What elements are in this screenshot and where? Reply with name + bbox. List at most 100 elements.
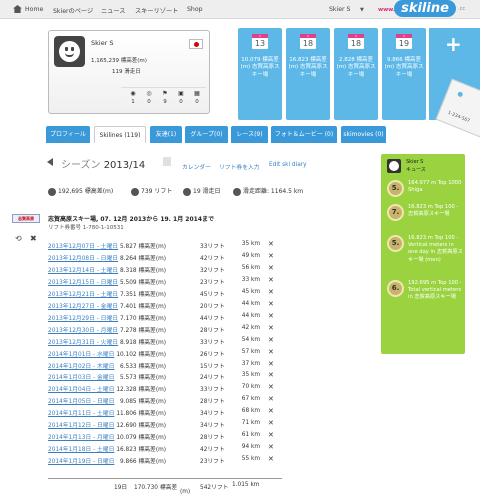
plus-icon[interactable]: + <box>445 34 462 54</box>
calendar-link[interactable]: カレンダー <box>182 162 211 171</box>
nav-shop[interactable]: Shop <box>187 6 203 13</box>
day-link[interactable]: 2014年1月03日 - 金曜日 <box>48 372 114 381</box>
tab-friends[interactable]: 友達(1) <box>150 126 182 143</box>
row-lifts: 24リフト <box>200 375 225 382</box>
nav-mypage[interactable]: Skierのページ <box>53 6 93 15</box>
row-lifts: 23リフト <box>200 279 225 286</box>
nav-resorts[interactable]: スキーリゾート <box>135 6 178 15</box>
day-link[interactable]: 2013年12月07日 - 土曜日 <box>48 241 118 250</box>
day-link[interactable]: 2013年12月30日 - 月曜日 <box>48 325 118 334</box>
row-distance: 35 km <box>241 241 260 247</box>
add-ticket-link[interactable]: リフト券を入力 <box>219 162 260 171</box>
row-vertical: 10.079 標高差(m) <box>116 435 166 442</box>
row-lifts: 26リフト <box>200 351 225 358</box>
day-link[interactable]: 2014年1月12日 - 日曜日 <box>48 420 114 429</box>
delete-day-icon[interactable]: ✕ <box>268 456 274 463</box>
day-link[interactable]: 2014年1月19日 - 日曜日 <box>48 456 114 465</box>
day-link[interactable]: 2014年1月18日 - 土曜日 <box>48 444 114 453</box>
row-lifts: 34リフト <box>200 423 225 430</box>
day-link[interactable]: 2014年1月13日 - 月曜日 <box>48 432 114 441</box>
day-link[interactable]: 2014年1月05日 - 日曜日 <box>48 396 114 405</box>
medal-icon: 5. <box>387 235 404 252</box>
tab-races[interactable]: レース(9) <box>231 126 268 143</box>
delete-day-icon[interactable]: ✕ <box>268 372 274 379</box>
skiline-logo[interactable]: www. skiline .cc <box>378 0 476 17</box>
delete-day-icon[interactable]: ✕ <box>268 384 274 391</box>
table-row: 2014年1月11日 - 土曜日 11.806 標高差(m) 34リフト 68 km ✕ <box>48 408 278 418</box>
achievement-card[interactable]: 1 18 16.823 標高差(m) 志賀高原スキー場 <box>286 28 330 120</box>
delete-day-icon[interactable]: ✕ <box>268 432 274 439</box>
tab-skilines[interactable]: Skilines (119) <box>94 126 146 143</box>
delete-day-icon[interactable]: ✕ <box>268 264 274 272</box>
delete-day-icon[interactable]: ✕ <box>268 252 274 260</box>
resort-logo[interactable]: 志賀高原 <box>12 214 40 223</box>
user-menu[interactable]: Skier S <box>329 6 350 13</box>
total-days: 19日 <box>114 485 128 491</box>
achievement-card[interactable]: 1 19 9.866 標高差(m) 志賀高原スキー場 <box>382 28 426 120</box>
counter-flag: ⚑ 9 <box>158 90 172 105</box>
profile-name[interactable]: Skier S <box>91 39 114 47</box>
day-link[interactable]: 2013年12月14日 - 土曜日 <box>48 265 118 274</box>
delete-day-icon[interactable]: ✕ <box>268 300 274 308</box>
nav-home[interactable]: Home <box>25 6 43 13</box>
previous-season-arrow-icon[interactable] <box>47 158 53 166</box>
day-link[interactable]: 2014年1月01日 - 水曜日 <box>48 349 114 358</box>
season-title: シーズン 2013/14 <box>61 160 146 171</box>
delete-day-icon[interactable]: ✕ <box>268 276 274 284</box>
total-unit: (m) <box>180 489 191 495</box>
day-link[interactable]: 2014年1月11日 - 土曜日 <box>48 408 114 417</box>
delete-day-icon[interactable]: ✕ <box>268 408 274 415</box>
ticket-number: リフト券番号 1-780-1-10531 <box>48 225 124 231</box>
delete-day-icon[interactable]: ✕ <box>268 336 274 344</box>
row-distance: 54 km <box>241 336 260 343</box>
delete-day-icon[interactable]: ✕ <box>268 348 274 356</box>
row-distance: 37 km <box>241 360 260 367</box>
day-link[interactable]: 2014年1月02日 - 木曜日 <box>48 361 114 370</box>
delete-day-icon[interactable]: ✕ <box>268 324 274 332</box>
home-icon[interactable] <box>13 5 22 13</box>
day-link[interactable]: 2013年12月21日 - 土曜日 <box>48 289 118 298</box>
resort-title[interactable]: 志賀高原スキー場, 07. 12月 2013から 19. 1月 2014まで <box>48 214 214 223</box>
tab-profile[interactable]: プロフィール <box>46 126 90 143</box>
tab-photos-movies[interactable]: フォト＆ムービー (0) <box>271 126 337 143</box>
day-link[interactable]: 2014年1月04日 - 土曜日 <box>48 384 114 393</box>
refresh-icon[interactable]: ⟲ <box>15 234 22 243</box>
chevron-down-icon[interactable]: ▼ <box>360 7 364 13</box>
delete-day-icon[interactable]: ✕ <box>268 420 274 427</box>
delete-day-icon[interactable]: ✕ <box>268 241 274 248</box>
delete-day-icon[interactable]: ✕ <box>268 312 274 320</box>
day-link[interactable]: 2013年12月08日 - 日曜日 <box>48 253 118 262</box>
panel-user-name[interactable]: Skier S <box>406 159 423 165</box>
add-ticket-card[interactable]: + 1-234-567 <box>429 28 480 138</box>
day-link[interactable]: 2013年12月27日 - 金曜日 <box>48 301 118 310</box>
stat-distance: 滑走距離: 1164.5 km <box>233 186 303 196</box>
delete-day-icon[interactable]: ✕ <box>268 288 274 296</box>
row-distance: 44 km <box>241 300 260 307</box>
achievement-card[interactable]: 1 18 2.828 標高差(m) 志賀高原スキー場 <box>334 28 378 120</box>
stat-days: 19 滑走日 <box>183 186 221 196</box>
delete-day-icon[interactable]: ✕ <box>268 444 274 451</box>
nav-news[interactable]: ニュース <box>101 6 125 15</box>
day-link[interactable]: 2013年12月31日 - 火曜日 <box>48 337 118 346</box>
day-link[interactable]: 2013年12月15日 - 日曜日 <box>48 277 118 286</box>
edit-diary-link[interactable]: Edit ski diary <box>269 162 307 168</box>
tab-skimovies[interactable]: skimovies (0) <box>341 126 386 143</box>
delete-day-icon[interactable]: ✕ <box>268 396 274 403</box>
row-vertical: 9.085 標高差(m) <box>120 399 166 406</box>
profile-vertical: 1,165,239 標高差(m) <box>91 58 147 64</box>
row-vertical: 7.278 標高差(m) <box>120 327 166 334</box>
achievement-card[interactable]: 1 13 10.079 標高差(m) 志賀高原スキー場 <box>238 28 282 120</box>
calendar-icon <box>183 187 191 196</box>
row-distance: 57 km <box>241 348 260 355</box>
tab-groups[interactable]: グループ(0) <box>185 126 228 143</box>
total-lifts: 542リフト <box>200 485 229 491</box>
avatar[interactable] <box>54 36 85 67</box>
season-total: 19日 170.730 標高差 (m) 542リフト 1.015 km <box>48 478 282 495</box>
day-link[interactable]: 2013年12月29日 - 日曜日 <box>48 313 118 322</box>
next-season-arrow-icon[interactable] <box>163 157 171 166</box>
delete-icon[interactable]: ✖ <box>30 234 37 243</box>
delete-day-icon[interactable]: ✕ <box>268 360 274 368</box>
lift-ticket-icon: 1-234-567 <box>435 78 480 138</box>
avatar[interactable] <box>387 159 401 173</box>
profile-card: Skier S 1,165,239 標高差(m) 119 滑走日 ◉ 1 ◎ 0 ⚑… <box>48 30 210 114</box>
